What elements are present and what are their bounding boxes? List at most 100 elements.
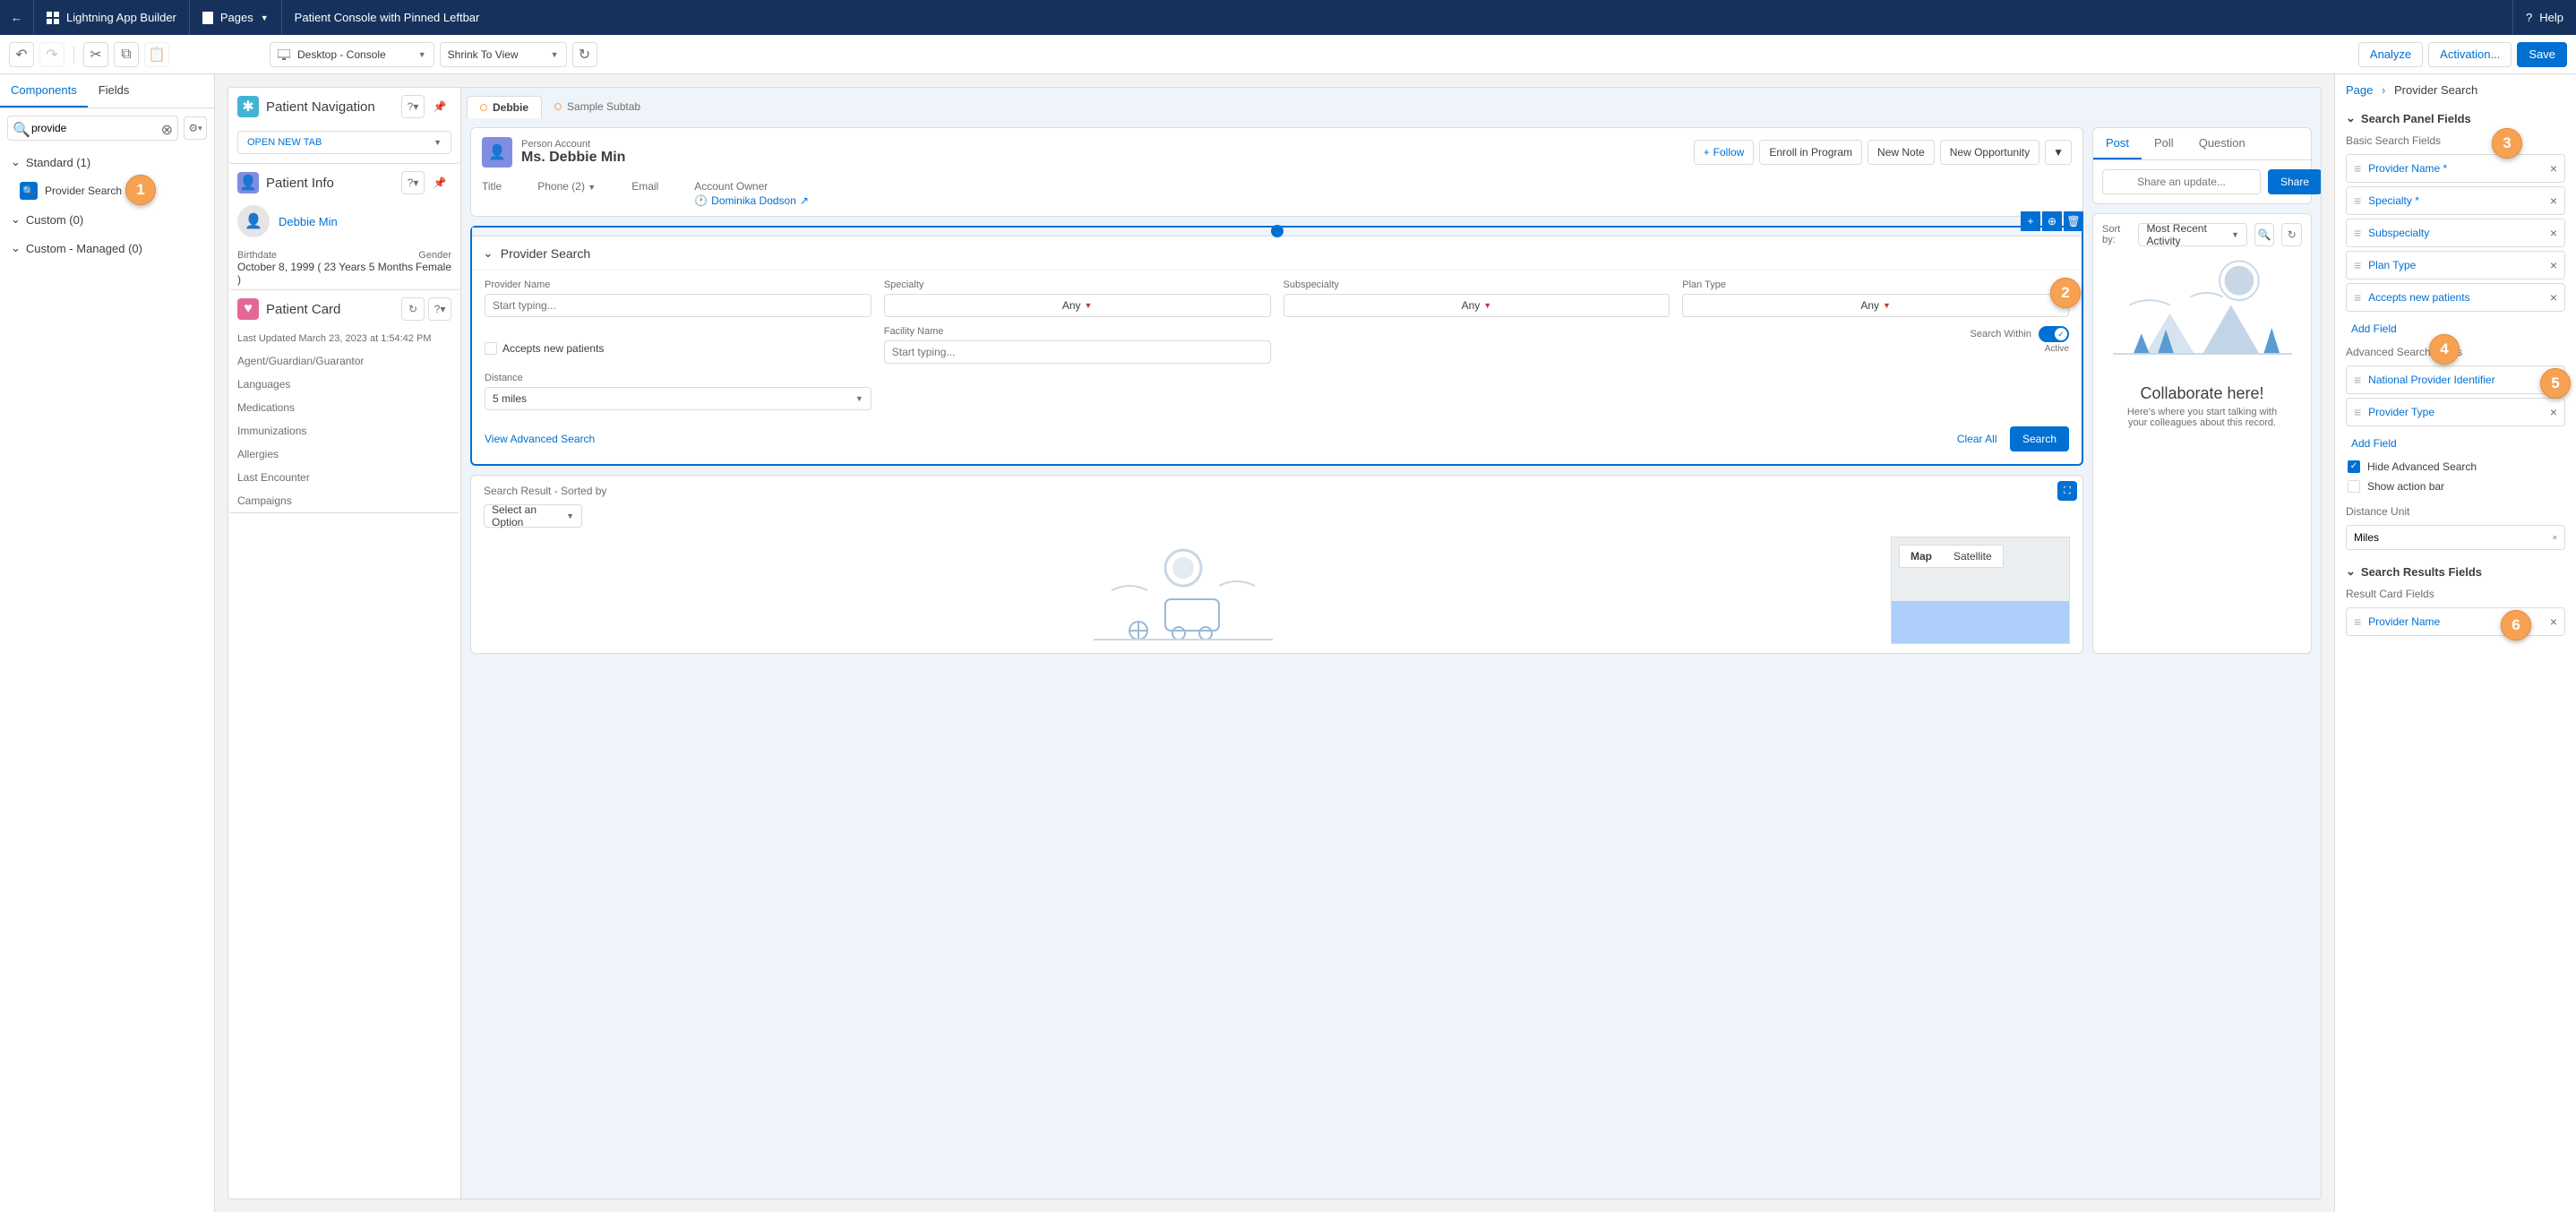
specialty-select[interactable]: Any▼	[884, 294, 1271, 317]
search-results-fields-section[interactable]: ⌄Search Results Fields	[2335, 559, 2576, 584]
field-pill-provider-type[interactable]: ≡Provider Type×	[2346, 398, 2565, 426]
close-icon[interactable]: ×	[2553, 533, 2557, 542]
card-row[interactable]: Last Encounter	[228, 466, 460, 489]
distance-select[interactable]: 5 miles▼	[485, 387, 872, 410]
chatter-publisher[interactable]: Post Poll Question Share	[2092, 127, 2312, 204]
remove-icon[interactable]: ×	[2550, 405, 2557, 419]
sort-select[interactable]: Most Recent Activity▼	[2138, 223, 2247, 246]
field-pill-result-provider-name[interactable]: ≡Provider Name×	[2346, 607, 2565, 636]
patient-navigation-component[interactable]: ✱ Patient Navigation ?▾ 📌 OPEN NEW TAB▼	[228, 88, 460, 164]
search-panel-fields-section[interactable]: ⌄Search Panel Fields	[2335, 106, 2576, 131]
expand-map-button[interactable]: ⛶	[2057, 481, 2077, 501]
back-button[interactable]: ←	[0, 0, 34, 35]
clear-all-button[interactable]: Clear All	[1957, 433, 1997, 445]
add-below-button[interactable]: ⊕	[2042, 211, 2062, 231]
accepts-field[interactable]: Accepts new patients	[485, 342, 872, 355]
drag-handle-icon[interactable]: ≡	[2354, 259, 2361, 271]
provider-search-component[interactable]: ⌄ Provider Search + ⊕ 🗑 Provid	[470, 226, 2083, 466]
new-opp-button[interactable]: New Opportunity	[1940, 140, 2039, 165]
owner-link[interactable]: Dominika Dodson	[711, 194, 796, 207]
search-input[interactable]	[7, 116, 178, 141]
help-button[interactable]: ?▾	[401, 171, 425, 194]
copy-button[interactable]: ⧉	[114, 42, 139, 67]
phone-field[interactable]: Phone (2) ▼	[537, 180, 596, 207]
drag-handle-icon[interactable]: ≡	[2354, 227, 2361, 239]
provider-name-input[interactable]	[485, 294, 872, 317]
subspecialty-select[interactable]: Any▼	[1284, 294, 1670, 317]
card-row[interactable]: Agent/Guardian/Guarantor	[228, 349, 460, 373]
drag-handle-icon[interactable]: ≡	[2354, 374, 2361, 386]
drag-handle-icon[interactable]: ≡	[2354, 162, 2361, 175]
map-tab[interactable]: Map	[1900, 546, 1943, 567]
card-row[interactable]: Medications	[228, 396, 460, 419]
remove-icon[interactable]: ×	[2550, 615, 2557, 629]
form-factor-select[interactable]: Desktop - Console ▼	[270, 42, 434, 67]
field-pill-subspecialty[interactable]: ≡Subspecialty×	[2346, 219, 2565, 247]
share-button[interactable]: Share	[2268, 169, 2321, 194]
facility-input[interactable]	[884, 340, 1271, 364]
field-pill-provider-name[interactable]: ≡Provider Name *×	[2346, 154, 2565, 183]
drag-handle-icon[interactable]: ≡	[2354, 194, 2361, 207]
distance-unit-select[interactable]: Miles×	[2346, 525, 2565, 550]
field-pill-npi[interactable]: ≡National Provider Identifier×	[2346, 365, 2565, 394]
add-advanced-field-button[interactable]: Add Field	[2335, 430, 2576, 457]
zoom-select[interactable]: Shrink To View ▼	[440, 42, 567, 67]
highlights-panel[interactable]: 👤 Person Account Ms. Debbie Min +Follow …	[470, 127, 2083, 217]
filter-button[interactable]: ⚙▾	[184, 116, 207, 140]
cut-button[interactable]: ✂	[83, 42, 108, 67]
tab-question[interactable]: Question	[2186, 128, 2258, 159]
field-pill-specialty[interactable]: ≡Specialty *×	[2346, 186, 2565, 215]
hide-advanced-checkbox[interactable]: ✓Hide Advanced Search	[2335, 457, 2576, 477]
remove-icon[interactable]: ×	[2550, 290, 2557, 305]
satellite-tab[interactable]: Satellite	[1943, 546, 2003, 567]
help-button[interactable]: ? Help	[2512, 0, 2576, 35]
field-pill-accepts[interactable]: ≡Accepts new patients×	[2346, 283, 2565, 312]
tab-post[interactable]: Post	[2093, 128, 2142, 159]
sort-select[interactable]: Select an Option▼	[484, 504, 582, 528]
help-button[interactable]: ?▾	[428, 297, 451, 321]
clear-search-icon[interactable]: ⊗	[161, 121, 173, 139]
resize-handle[interactable]	[472, 228, 2082, 236]
workspace-subtab[interactable]: Sample Subtab	[542, 95, 653, 118]
card-row[interactable]: Allergies	[228, 443, 460, 466]
remove-icon[interactable]: ×	[2550, 226, 2557, 240]
patient-card-component[interactable]: ♥ Patient Card ↻ ?▾ Last Updated March 2…	[228, 290, 460, 513]
delete-component-button[interactable]: 🗑	[2064, 211, 2083, 231]
undo-button[interactable]: ↶	[9, 42, 34, 67]
share-input[interactable]	[2102, 169, 2261, 194]
pages-menu[interactable]: Pages ▼	[190, 0, 282, 35]
new-note-button[interactable]: New Note	[1868, 140, 1935, 165]
standard-section[interactable]: ⌄Standard (1)	[11, 155, 203, 169]
pin-icon[interactable]: 📌	[428, 95, 451, 118]
breadcrumb-page-link[interactable]: Page	[2346, 83, 2373, 97]
refresh-button[interactable]: ↻	[401, 297, 425, 321]
refresh-feed-button[interactable]: ↻	[2281, 223, 2302, 246]
workspace-tab-main[interactable]: Debbie	[467, 96, 542, 118]
tab-components[interactable]: Components	[0, 74, 88, 107]
remove-icon[interactable]: ×	[2550, 161, 2557, 176]
refresh-button[interactable]: ↻	[572, 42, 597, 67]
add-above-button[interactable]: +	[2021, 211, 2040, 231]
remove-icon[interactable]: ×	[2550, 258, 2557, 272]
drag-handle-icon[interactable]: ≡	[2354, 615, 2361, 628]
view-advanced-link[interactable]: View Advanced Search	[485, 433, 595, 445]
plan-type-select[interactable]: Any▼	[1682, 294, 2069, 317]
component-provider-search[interactable]: 🔍 Provider Search	[0, 176, 214, 205]
field-pill-plan-type[interactable]: ≡Plan Type×	[2346, 251, 2565, 279]
drag-handle-icon[interactable]: ≡	[2354, 406, 2361, 418]
activation-button[interactable]: Activation...	[2428, 42, 2512, 67]
search-within-toggle[interactable]: ✓	[2039, 326, 2069, 342]
card-row[interactable]: Languages	[228, 373, 460, 396]
pin-icon[interactable]: 📌	[428, 171, 451, 194]
remove-icon[interactable]: ×	[2550, 193, 2557, 208]
open-new-tab-button[interactable]: OPEN NEW TAB▼	[237, 131, 451, 154]
help-button[interactable]: ?▾	[401, 95, 425, 118]
enroll-button[interactable]: Enroll in Program	[1759, 140, 1862, 165]
follow-button[interactable]: +Follow	[1694, 140, 1755, 165]
card-row[interactable]: Immunizations	[228, 419, 460, 443]
card-row[interactable]: Campaigns	[228, 489, 460, 512]
custom-section[interactable]: ⌄Custom (0)	[11, 212, 203, 227]
tab-fields[interactable]: Fields	[88, 74, 141, 107]
save-button[interactable]: Save	[2517, 42, 2567, 67]
map-preview[interactable]: Map Satellite	[1891, 537, 2070, 644]
